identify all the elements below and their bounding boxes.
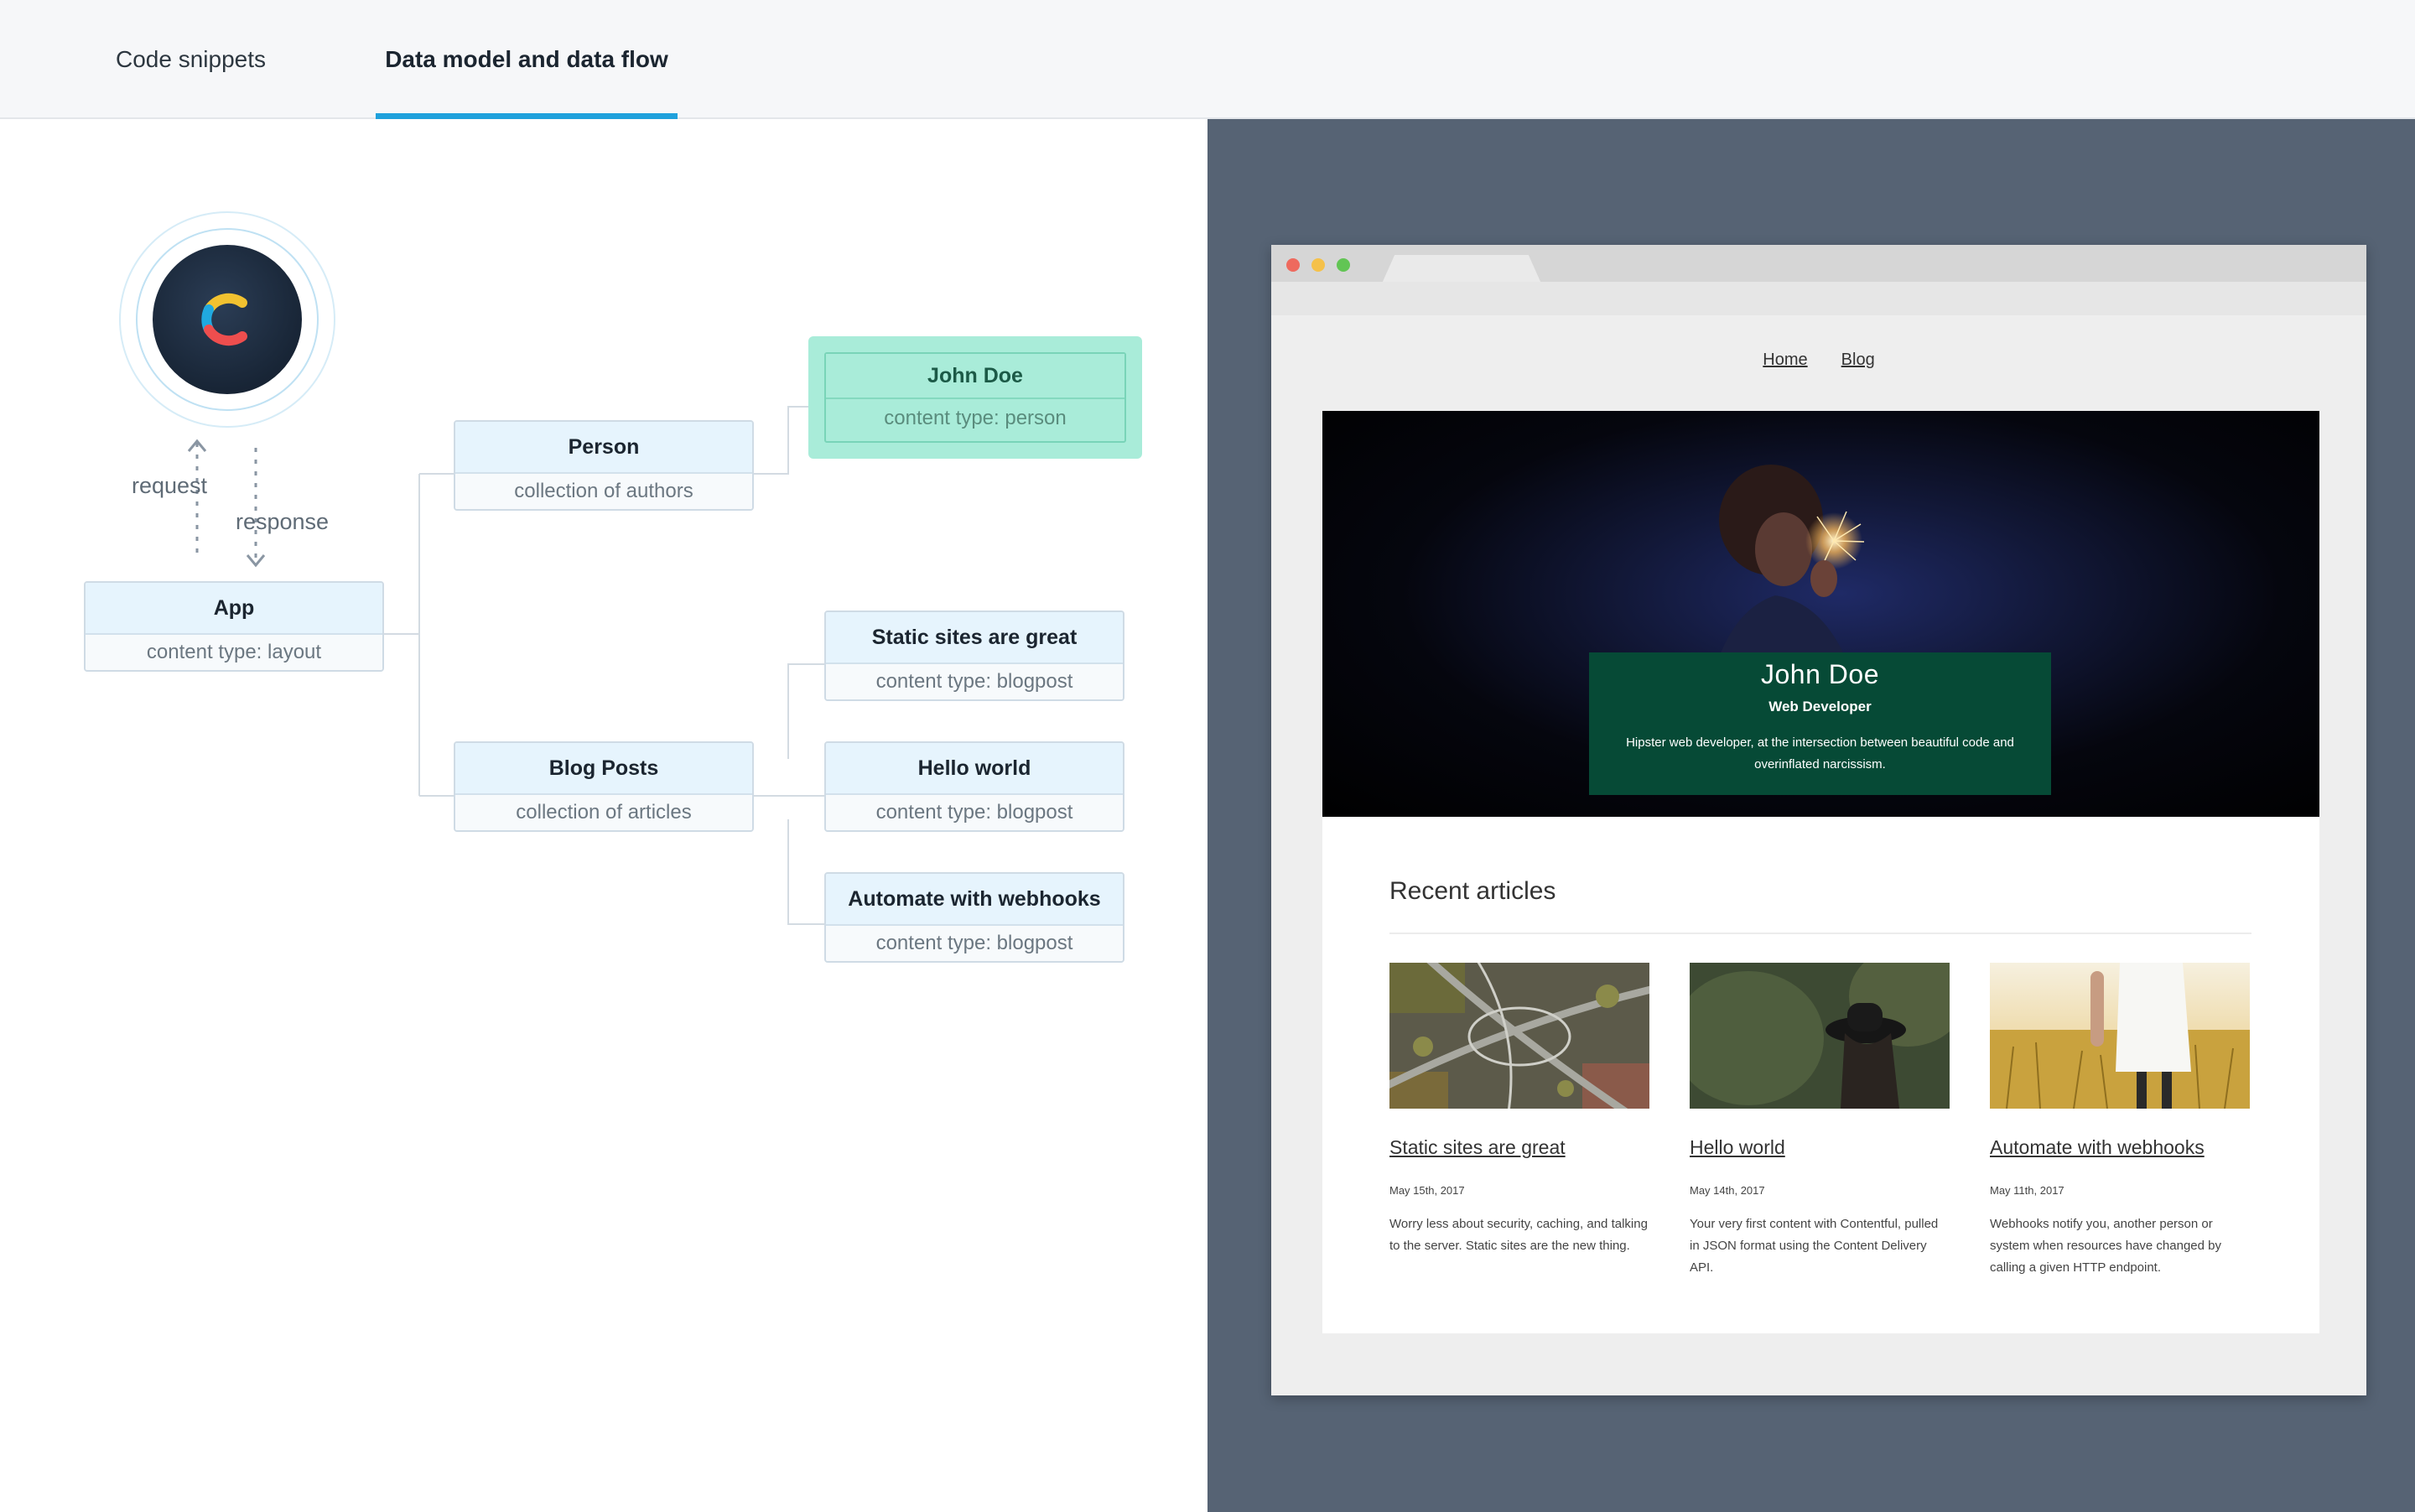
maximize-window-icon[interactable] [1337, 258, 1350, 272]
node-title: App [86, 583, 382, 635]
node-title: Blog Posts [455, 743, 752, 795]
response-label: response [236, 509, 330, 534]
close-window-icon[interactable] [1286, 258, 1300, 272]
hero-card: John Doe Web Developer Hipster web devel… [1589, 652, 2051, 795]
browser-address-strip [1271, 282, 2366, 315]
article-summary: Worry less about security, caching, and … [1389, 1217, 1648, 1253]
node-person[interactable]: Person collection of authors [454, 420, 754, 511]
node-subtitle: content type: blogpost [826, 795, 1123, 830]
data-model-diagram: request response App content type: layou… [0, 119, 1208, 1512]
node-title: Hello world [826, 743, 1123, 795]
tab-bar: Code snippets Data model and data flow [0, 0, 2415, 121]
node-title: Static sites are great [826, 612, 1123, 664]
tab-data-model[interactable]: Data model and data flow [376, 0, 678, 121]
node-subtitle: collection of articles [455, 795, 752, 830]
tab-code-snippets[interactable]: Code snippets [84, 0, 298, 119]
nav-link-blog[interactable]: Blog [1841, 351, 1875, 370]
node-subtitle: content type: person [826, 399, 1124, 438]
article-date: May 15th, 2017 [1389, 1184, 1465, 1197]
article-card: Automate with webhooks May 11th, 2017 We… [1990, 963, 2250, 1279]
node-blog-posts[interactable]: Blog Posts collection of articles [454, 741, 754, 832]
hero-banner: John Doe Web Developer Hipster web devel… [1322, 411, 2319, 817]
site-nav: Home Blog [1271, 351, 2366, 370]
node-subtitle: content type: layout [86, 635, 382, 670]
hero-role: Web Developer [1768, 699, 1872, 714]
request-label: request [132, 473, 208, 498]
browser-window: Home Blog John Doe Web Developer Hipster… [1271, 245, 2366, 1395]
forest-woman-image[interactable] [1673, 946, 1966, 1109]
node-webhooks[interactable]: Automate with webhooks content type: blo… [824, 872, 1124, 963]
node-john-doe-box: John Doe content type: person [824, 352, 1126, 443]
node-app[interactable]: App content type: layout [84, 581, 384, 672]
hero-name: John Doe [1761, 659, 1879, 689]
browser-titlebar [1271, 245, 2366, 283]
node-title: Automate with webhooks [826, 874, 1123, 926]
node-hello-world[interactable]: Hello world content type: blogpost [824, 741, 1124, 832]
article-link[interactable]: Automate with webhooks [1990, 1136, 2250, 1159]
divider [1389, 933, 2251, 934]
browser-tab[interactable] [1382, 255, 1541, 283]
node-subtitle: content type: blogpost [826, 926, 1123, 961]
recent-articles-heading: Recent articles [1389, 877, 1556, 905]
node-static-sites[interactable]: Static sites are great content type: blo… [824, 611, 1124, 701]
article-link[interactable]: Hello world [1690, 1136, 1950, 1159]
node-title: Person [455, 422, 752, 474]
wheat-field-image[interactable] [1990, 963, 2250, 1109]
article-date: May 14th, 2017 [1690, 1184, 1765, 1197]
article-link[interactable]: Static sites are great [1389, 1136, 1649, 1159]
highway-aerial-image[interactable] [1379, 951, 1659, 1125]
recent-articles-section: Recent articles Static sites are great M… [1322, 817, 2319, 1333]
minimize-window-icon[interactable] [1311, 258, 1325, 272]
node-subtitle: content type: blogpost [826, 664, 1123, 699]
article-card: Hello world May 14th, 2017 Your very fir… [1673, 946, 1966, 1279]
node-title: John Doe [826, 354, 1124, 399]
nav-link-home[interactable]: Home [1763, 351, 1807, 370]
article-date: May 11th, 2017 [1990, 1184, 2064, 1197]
hero-description: Hipster web developer, at the intersecti… [1626, 735, 2014, 772]
article-summary: Your very first content with Contentful,… [1690, 1217, 1939, 1275]
node-subtitle: collection of authors [455, 474, 752, 509]
article-summary: Webhooks notify you, another person or s… [1990, 1217, 2221, 1275]
article-card: Static sites are great May 15th, 2017 Wo… [1379, 951, 1659, 1257]
node-john-doe[interactable]: John Doe content type: person [808, 336, 1142, 459]
contentful-logo-icon [153, 245, 302, 394]
